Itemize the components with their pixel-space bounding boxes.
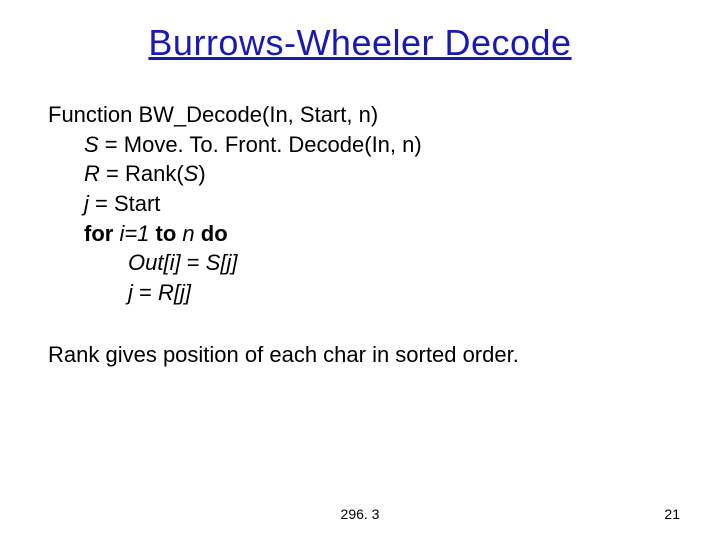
code-line-1: Function BW_Decode(In, Start, n) <box>48 100 672 130</box>
code-line-4: j = Start <box>48 189 672 219</box>
code-line-2: S = Move. To. Front. Decode(In, n) <box>48 130 672 160</box>
footer-course-number: 296. 3 <box>0 506 720 522</box>
fn-signature: BW_Decode(In, Start, n) <box>139 102 379 127</box>
eq-2: = <box>133 280 158 305</box>
r-j: R[j] <box>158 280 191 305</box>
code-line-5: for i=1 to n do <box>48 219 672 249</box>
code-line-6: Out[i] = S[j] <box>48 248 672 278</box>
var-r: R <box>84 161 100 186</box>
note-text: Rank gives position of each char in sort… <box>48 340 672 370</box>
slide-body: Function BW_Decode(In, Start, n) S = Mov… <box>48 100 672 370</box>
code-line-3: R = Rank(S) <box>48 159 672 189</box>
loop-var: i=1 <box>113 221 155 246</box>
out-i: Out[i] <box>128 250 181 275</box>
var-s: S <box>84 132 99 157</box>
eq-1: = <box>181 250 206 275</box>
code-block: Function BW_Decode(In, Start, n) S = Mov… <box>48 100 672 308</box>
var-s-arg: S <box>184 161 199 186</box>
s-j: S[j] <box>206 250 238 275</box>
loop-end: n <box>176 221 200 246</box>
slide: Burrows-Wheeler Decode Function BW_Decod… <box>0 0 720 540</box>
kw-to: to <box>156 221 177 246</box>
assign-start: = Start <box>89 191 161 216</box>
assign-rank-open: = Rank( <box>100 161 184 186</box>
code-line-7: j = R[j] <box>48 278 672 308</box>
kw-do: do <box>201 221 228 246</box>
assign-rank-close: ) <box>198 161 205 186</box>
kw-for: for <box>84 221 113 246</box>
footer-page-number: 21 <box>664 506 680 522</box>
kw-function: Function <box>48 102 139 127</box>
slide-title: Burrows-Wheeler Decode <box>0 22 720 64</box>
assign-mtf: = Move. To. Front. Decode(In, n) <box>99 132 422 157</box>
